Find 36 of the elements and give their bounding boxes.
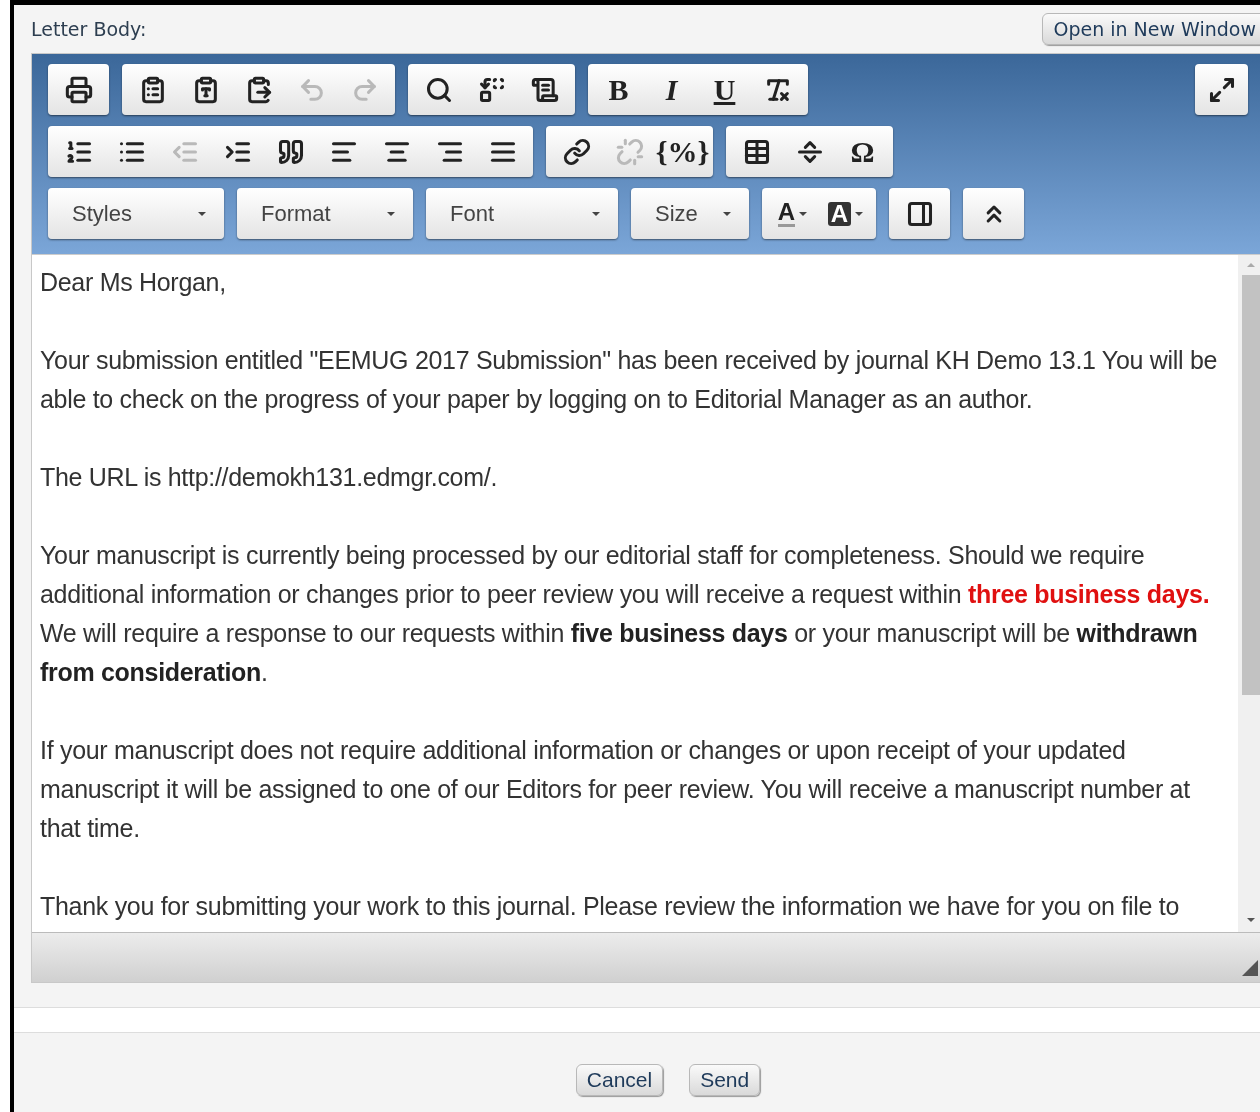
send-button[interactable]: Send: [689, 1064, 761, 1096]
letter-paragraph: Thank you for submitting your work to this journal. Please review the information we have for you on file to: [40, 891, 1180, 922]
caret-icon: [799, 211, 808, 216]
letter-paragraph: The URL is http://demokh131.edmgr.com/.: [40, 462, 499, 493]
cancel-button[interactable]: Cancel: [575, 1064, 664, 1096]
caret-icon: [387, 211, 395, 216]
underline-button[interactable]: U: [698, 64, 751, 115]
dropdown-button[interactable]: Size: [635, 188, 745, 239]
caret-icon: [723, 211, 731, 216]
background-color-button[interactable]: A: [819, 188, 872, 239]
quote-icon: [276, 137, 305, 166]
open-new-window-button[interactable]: Open in New Window: [1042, 13, 1260, 45]
dropdown-button[interactable]: Font: [430, 188, 614, 239]
placeholder-button[interactable]: {%}: [656, 126, 709, 177]
letter-paragraph: If your manuscript does not require additional information or changes or upon receipt of your updated manuscript it will be assigned to one of our Editors for peer review. You will receive a manuscript number at that time.: [40, 735, 1191, 844]
special-character-button[interactable]: Ω: [836, 126, 889, 177]
unlink-icon: [615, 137, 644, 166]
letter-paragraph: Dear Ms Horgan,: [40, 267, 227, 298]
caret-icon: [198, 211, 206, 216]
maximize-icon: [1207, 75, 1236, 104]
bold-button[interactable]: B: [592, 64, 645, 115]
link-icon: [562, 137, 591, 166]
search-icon: [424, 75, 453, 104]
scrollbar[interactable]: [1238, 255, 1260, 932]
letter-body-label: Letter Body:: [31, 18, 147, 40]
printer-icon: [64, 75, 93, 104]
text-color-button[interactable]: A: [766, 188, 819, 239]
table-icon: [742, 137, 771, 166]
resize-grip-icon[interactable]: [1242, 960, 1258, 976]
letter-paragraph: Your manuscript is currently being processed by our editorial staff for completeness. Should we require additional information or changes prior to peer review you will receive a request within three business days. We will require a response to our requests within five business days or your manuscript will be withdrawn from consideration.: [40, 540, 1211, 688]
dropdown-button[interactable]: Styles: [52, 188, 220, 239]
italic-button[interactable]: I: [645, 64, 698, 115]
letter-paragraph: Your submission entitled "EEMUG 2017 Submission" has been received by journal KH Demo 13.1 You will be able to check on the progress of your paper by logging on to Editorial Manager as an author.: [40, 345, 1219, 415]
dropdown-button[interactable]: Format: [241, 188, 409, 239]
caret-icon: [592, 211, 600, 216]
caret-icon: [855, 211, 864, 216]
